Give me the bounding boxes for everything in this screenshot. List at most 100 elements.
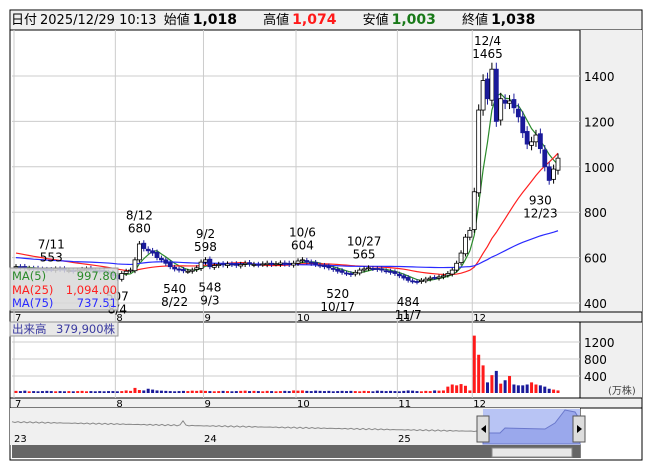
volume-bar xyxy=(80,390,84,393)
navigator-left-handle[interactable] xyxy=(476,415,490,443)
candle xyxy=(348,273,354,276)
annotation-date: 8/12 xyxy=(126,208,153,222)
candle xyxy=(485,78,490,100)
ma75-value: 737.51 xyxy=(77,296,117,310)
volume-bar xyxy=(472,335,476,393)
navigator-right-handle[interactable] xyxy=(572,415,586,443)
volume-bar xyxy=(521,385,525,393)
volume-bar xyxy=(58,391,62,393)
candle xyxy=(132,259,138,272)
volume-tick: 1200 xyxy=(584,336,615,350)
volume-bar xyxy=(199,390,203,393)
annotation-value: 520 xyxy=(326,287,349,301)
volume-bar xyxy=(278,391,282,393)
volume-bar xyxy=(14,390,18,393)
candle xyxy=(185,270,191,273)
candle xyxy=(322,265,327,268)
candle xyxy=(167,262,173,268)
month-label: 10 xyxy=(297,313,310,324)
volume-bar xyxy=(344,391,348,393)
volume-bar xyxy=(230,391,234,393)
volume-bar xyxy=(243,390,247,393)
candle xyxy=(260,263,266,266)
volume-bar xyxy=(283,390,287,393)
volume-legend: 出来高 379,900株 xyxy=(9,321,119,337)
annotation-value: 553 xyxy=(40,250,63,264)
price-tick: 400 xyxy=(584,297,607,311)
volume-bar xyxy=(129,390,133,393)
candle xyxy=(339,270,345,273)
volume-bar xyxy=(433,390,437,393)
volume-bar xyxy=(340,390,344,393)
volume-bar xyxy=(534,384,538,393)
volume-bar xyxy=(40,391,44,393)
volume-bar xyxy=(270,391,274,393)
volume-bar xyxy=(18,391,22,393)
month-label: 12 xyxy=(473,313,486,324)
candle xyxy=(498,98,504,121)
volume-bar xyxy=(411,390,415,393)
volume-bar xyxy=(441,390,445,393)
volume-bar xyxy=(168,391,172,393)
volume-bar xyxy=(393,391,397,393)
candle xyxy=(414,281,420,283)
month-label: 11 xyxy=(398,399,411,410)
annotation-value: 680 xyxy=(128,221,151,235)
candle xyxy=(282,262,288,265)
candle xyxy=(423,278,429,282)
volume-bar xyxy=(556,390,560,393)
volume-bar xyxy=(336,391,340,393)
candle xyxy=(269,262,274,265)
volume-bar xyxy=(371,391,375,393)
volume-bar xyxy=(107,391,111,393)
stock-chart: 232425 7/115535078/48/126805408/229/2598… xyxy=(9,9,643,461)
volume-tick: 400 xyxy=(584,370,607,384)
volume-bar xyxy=(331,391,335,393)
navigator-year-label: 24 xyxy=(204,434,217,445)
candle xyxy=(401,275,407,279)
candle xyxy=(489,68,495,101)
volume-bar xyxy=(164,390,168,393)
annotation-date: 7/11 xyxy=(38,237,65,251)
candle xyxy=(366,267,371,270)
candle xyxy=(242,262,248,265)
candle xyxy=(233,263,239,266)
candle xyxy=(189,269,195,272)
candle xyxy=(542,149,548,168)
volume-bar xyxy=(173,391,177,393)
candle xyxy=(467,229,473,238)
annotation-value: 604 xyxy=(291,239,314,253)
price-tick: 1000 xyxy=(584,161,615,175)
candle xyxy=(551,168,556,180)
volume-bar xyxy=(133,387,137,393)
volume-bar xyxy=(159,390,163,393)
scrollbar-thumb[interactable] xyxy=(491,447,573,458)
volume-bar xyxy=(212,391,216,393)
candle xyxy=(445,273,451,276)
volume-bar xyxy=(419,391,423,393)
ma5-value: 997.80 xyxy=(77,269,117,283)
annotation-date: 12/23 xyxy=(523,207,558,221)
annotation-value: 930 xyxy=(529,194,552,208)
month-label: 7 xyxy=(15,399,21,410)
volume-bar xyxy=(111,391,115,393)
annotation-value: 540 xyxy=(163,282,186,296)
volume-bar xyxy=(93,391,97,393)
volume-bar xyxy=(327,390,331,393)
volume-bar xyxy=(62,391,66,393)
candle xyxy=(493,68,499,122)
volume-bar xyxy=(389,390,393,393)
volume-bar xyxy=(552,389,556,393)
volume-bar xyxy=(151,389,155,393)
candle xyxy=(454,262,460,271)
price-tick: 600 xyxy=(584,252,607,266)
candle xyxy=(476,109,482,194)
candle xyxy=(471,191,477,230)
volume-bar xyxy=(512,384,516,393)
volume-bar xyxy=(71,391,75,393)
candle xyxy=(313,262,319,265)
candle xyxy=(176,268,182,271)
volume-bar xyxy=(27,391,31,393)
candle xyxy=(277,262,283,265)
volume-bar xyxy=(309,391,313,393)
